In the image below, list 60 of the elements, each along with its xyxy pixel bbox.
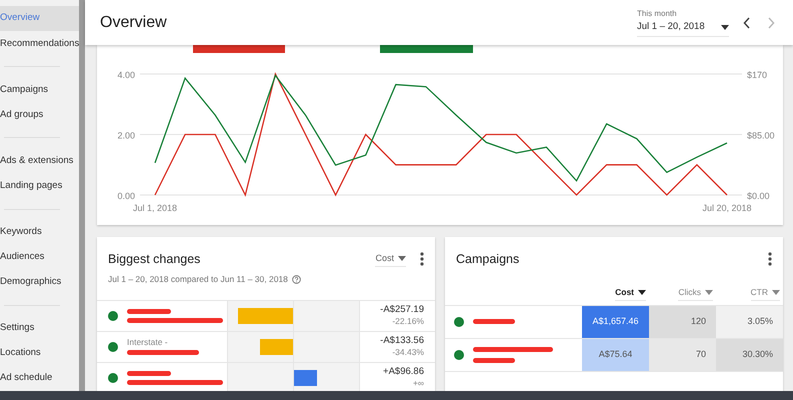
nav-item[interactable]: Keywords <box>0 219 79 245</box>
campaign-name[interactable]: Interstate - <box>127 338 199 346</box>
nav-item[interactable]: Settings <box>0 316 79 341</box>
caret-icon <box>721 24 729 30</box>
card-title: Campaigns <box>456 251 520 268</box>
nav-item[interactable]: Ads & extensions <box>0 148 79 174</box>
table-cell: A$1,657.46 <box>582 306 649 338</box>
nav-item[interactable]: Landing pages <box>0 173 79 198</box>
scrollbar[interactable] <box>79 0 85 391</box>
nav-item[interactable]: Audiences <box>0 244 79 270</box>
previous-icon[interactable] <box>743 16 751 28</box>
redaction-mark <box>127 308 171 314</box>
caret-icon <box>705 290 713 296</box>
table-cell: A$75.64 <box>582 338 649 371</box>
date-range-label: This month <box>637 8 678 20</box>
column-header[interactable]: Cost <box>615 286 646 302</box>
redaction-mark <box>127 350 199 356</box>
axis-label: $85.00 <box>747 130 775 140</box>
axis-label: 0.00 <box>117 191 135 201</box>
redaction-mark <box>473 358 515 363</box>
metric-tile[interactable] <box>193 45 285 53</box>
axis-label: Jul 20, 2018 <box>702 203 752 213</box>
metric-tile[interactable] <box>380 45 473 53</box>
table-cell: 30.30% <box>716 338 783 371</box>
change-value: +A$96.86 <box>383 366 424 378</box>
page-title: Overview <box>100 12 168 32</box>
axis-label: $0.00 <box>747 191 770 201</box>
axis-label: $170 <box>747 70 768 80</box>
change-value: -A$133.56 <box>380 335 424 347</box>
caret-icon <box>772 290 780 296</box>
table-cell: 3.05% <box>716 306 783 338</box>
table-cell: 120 <box>649 306 716 338</box>
date-range-picker[interactable]: This month Jul 1 – 20, 2018 <box>637 8 729 38</box>
nav-item[interactable]: Ad schedule <box>0 366 79 391</box>
metric-dropdown[interactable]: Cost <box>375 252 406 266</box>
nav-item[interactable]: Locations <box>0 340 79 366</box>
comparison-text: Jul 1 – 20, 2018 compared to Jun 11 – 30, 2018 <box>108 272 288 286</box>
axis-label: 4.00 <box>117 70 135 80</box>
more-options-icon[interactable] <box>768 252 772 266</box>
nav-item[interactable]: Demographics <box>0 270 79 295</box>
column-header[interactable]: CTR <box>750 286 780 302</box>
redaction-mark <box>473 319 515 324</box>
column-header[interactable]: Clicks <box>678 286 713 302</box>
change-percent: -22.16% <box>392 316 424 327</box>
change-percent: +∞ <box>412 378 424 389</box>
card-title: Biggest changes <box>108 251 202 268</box>
caret-icon <box>638 290 646 296</box>
caret-icon <box>398 256 406 262</box>
axis-label: Jul 1, 2018 <box>132 203 178 213</box>
nav-item[interactable]: Ad groups <box>0 102 79 128</box>
redaction-mark <box>127 370 171 376</box>
nav-item[interactable]: Recommendations <box>0 31 79 56</box>
change-percent: -34.43% <box>392 347 424 358</box>
change-value: -A$257.19 <box>380 304 424 316</box>
more-options-icon[interactable] <box>420 252 424 266</box>
nav-item[interactable]: Campaigns <box>0 77 79 102</box>
date-range-value: Jul 1 – 20, 2018 <box>637 20 705 34</box>
table-cell: 70 <box>649 338 716 371</box>
axis-label: 2.00 <box>117 130 135 140</box>
help-icon[interactable] <box>292 274 301 284</box>
